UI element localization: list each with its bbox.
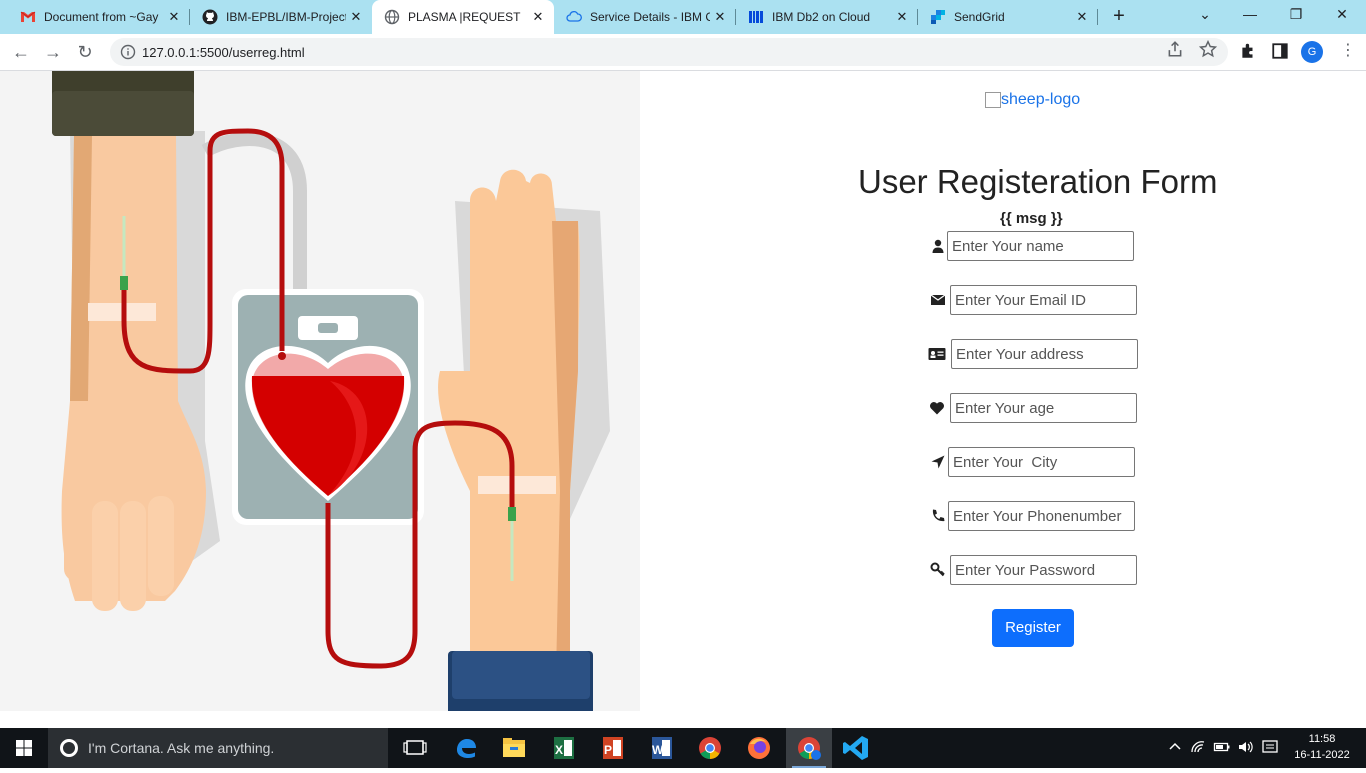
tab-gmail[interactable]: Document from ~Gay ✕	[8, 0, 190, 34]
share-icon[interactable]	[1166, 40, 1184, 58]
firefox-icon[interactable]	[736, 728, 782, 768]
heart-icon	[930, 402, 944, 415]
tab-title: Document from ~Gay	[44, 10, 159, 24]
close-icon[interactable]: ✕	[348, 9, 364, 25]
chrome-profile-taskbar-button[interactable]	[786, 728, 832, 768]
word-icon[interactable]: W	[638, 728, 684, 768]
address-input[interactable]	[951, 339, 1138, 369]
phone-input[interactable]	[948, 501, 1135, 531]
side-panel-icon[interactable]	[1271, 42, 1289, 60]
close-icon[interactable]: ✕	[530, 9, 546, 25]
message-text: {{ msg }}	[1000, 210, 1063, 227]
close-icon[interactable]: ✕	[166, 9, 182, 25]
file-explorer-icon[interactable]	[491, 728, 537, 768]
tab-github[interactable]: IBM-EPBL/IBM-Project ✕	[190, 0, 372, 34]
tab-title: SendGrid	[954, 10, 1005, 24]
back-button[interactable]: ←	[10, 42, 32, 64]
close-icon[interactable]: ✕	[1074, 9, 1090, 25]
chrome-icon[interactable]	[687, 728, 733, 768]
broken-image-icon	[985, 92, 1001, 108]
forward-button[interactable]: →	[42, 42, 64, 64]
user-icon	[932, 239, 944, 253]
chevron-up-icon[interactable]	[1166, 738, 1184, 756]
name-input[interactable]	[947, 231, 1134, 261]
register-button[interactable]: Register	[992, 609, 1074, 647]
registration-panel: sheep-logo User Registeration Form {{ ms…	[640, 71, 1366, 711]
action-center-icon[interactable]	[1261, 738, 1279, 756]
svg-text:X: X	[555, 743, 563, 757]
envelope-icon	[930, 294, 946, 305]
cortana-text: I'm Cortana. Ask me anything.	[88, 740, 275, 756]
password-input[interactable]	[950, 555, 1137, 585]
bookmark-star-icon[interactable]	[1199, 40, 1217, 58]
tab-divider	[1097, 9, 1098, 25]
info-icon[interactable]	[120, 44, 136, 60]
clock-date: 16-11-2022	[1294, 749, 1350, 761]
blood-donation-illustration	[0, 71, 640, 711]
cloud-icon	[566, 10, 582, 22]
sendgrid-icon	[931, 10, 945, 24]
windows-start-icon[interactable]	[0, 728, 48, 768]
task-view-icon[interactable]	[393, 728, 439, 768]
address-bar[interactable]: 127.0.0.1:5500/userreg.html	[110, 38, 1228, 66]
tab-title: IBM-EPBL/IBM-Project	[226, 10, 346, 24]
tab-title: Service Details - IBM C	[590, 10, 710, 24]
gmail-icon	[20, 11, 36, 22]
battery-icon[interactable]	[1213, 738, 1231, 756]
url-text: 127.0.0.1:5500/userreg.html	[142, 45, 305, 60]
key-icon	[930, 562, 945, 577]
id-card-icon	[928, 348, 946, 360]
wifi-icon[interactable]	[1190, 738, 1208, 756]
tab-sendgrid[interactable]: SendGrid ✕	[918, 0, 1098, 34]
page-content: sheep-logo User Registeration Form {{ ms…	[0, 71, 1366, 711]
city-input[interactable]	[948, 447, 1135, 477]
email-input[interactable]	[950, 285, 1137, 315]
volume-icon[interactable]	[1237, 738, 1255, 756]
close-window-button[interactable]: ✕	[1330, 6, 1354, 26]
location-arrow-icon	[931, 455, 945, 469]
tab-db2[interactable]: IBM Db2 on Cloud ✕	[736, 0, 918, 34]
logo-alt-text: sheep-logo	[1001, 91, 1081, 108]
sheep-logo-image: sheep-logo	[985, 91, 1080, 109]
tab-title: IBM Db2 on Cloud	[772, 10, 871, 24]
profile-avatar[interactable]: G	[1301, 41, 1323, 63]
chrome-profile-icon	[798, 737, 821, 760]
minimize-button[interactable]: —	[1238, 6, 1262, 26]
svg-text:W: W	[652, 743, 664, 757]
cortana-icon	[60, 739, 78, 757]
tab-plasma-request[interactable]: PLASMA |REQUEST ✕	[372, 0, 554, 34]
github-icon	[202, 9, 218, 25]
age-input[interactable]	[950, 393, 1137, 423]
tab-service-details[interactable]: Service Details - IBM C ✕	[554, 0, 736, 34]
phone-icon	[932, 509, 945, 522]
db2-icon	[749, 11, 763, 23]
edge-icon[interactable]	[443, 728, 489, 768]
vscode-icon[interactable]	[834, 728, 880, 768]
more-options-icon[interactable]: ⋮	[1340, 42, 1356, 62]
close-icon[interactable]: ✕	[894, 9, 910, 25]
browser-toolbar: ← → ↻ 127.0.0.1:5500/userreg.html	[0, 34, 1366, 71]
restore-button[interactable]: ❐	[1284, 6, 1308, 26]
globe-icon	[384, 9, 400, 25]
cortana-search-box[interactable]: I'm Cortana. Ask me anything.	[48, 728, 388, 768]
svg-text:P: P	[604, 743, 612, 757]
clock-time: 11:58	[1308, 733, 1336, 745]
close-icon[interactable]: ✕	[712, 9, 728, 25]
new-tab-button[interactable]: +	[1108, 6, 1130, 28]
powerpoint-icon[interactable]: P	[589, 728, 635, 768]
extensions-icon[interactable]	[1239, 42, 1257, 60]
excel-icon[interactable]: X	[540, 728, 586, 768]
taskbar-clock[interactable]: 11:58 16-11-2022	[1288, 731, 1356, 763]
windows-taskbar: I'm Cortana. Ask me anything. X P W 11:5…	[0, 728, 1366, 768]
reload-button[interactable]: ↻	[74, 42, 96, 64]
form-title: User Registeration Form	[858, 163, 1218, 200]
blood-donation-image	[52, 71, 610, 711]
tab-search-icon[interactable]: ⌄	[1193, 6, 1217, 26]
tab-title: PLASMA |REQUEST	[408, 10, 521, 24]
tab-strip: Document from ~Gay ✕ IBM-EPBL/IBM-Projec…	[0, 0, 1366, 34]
